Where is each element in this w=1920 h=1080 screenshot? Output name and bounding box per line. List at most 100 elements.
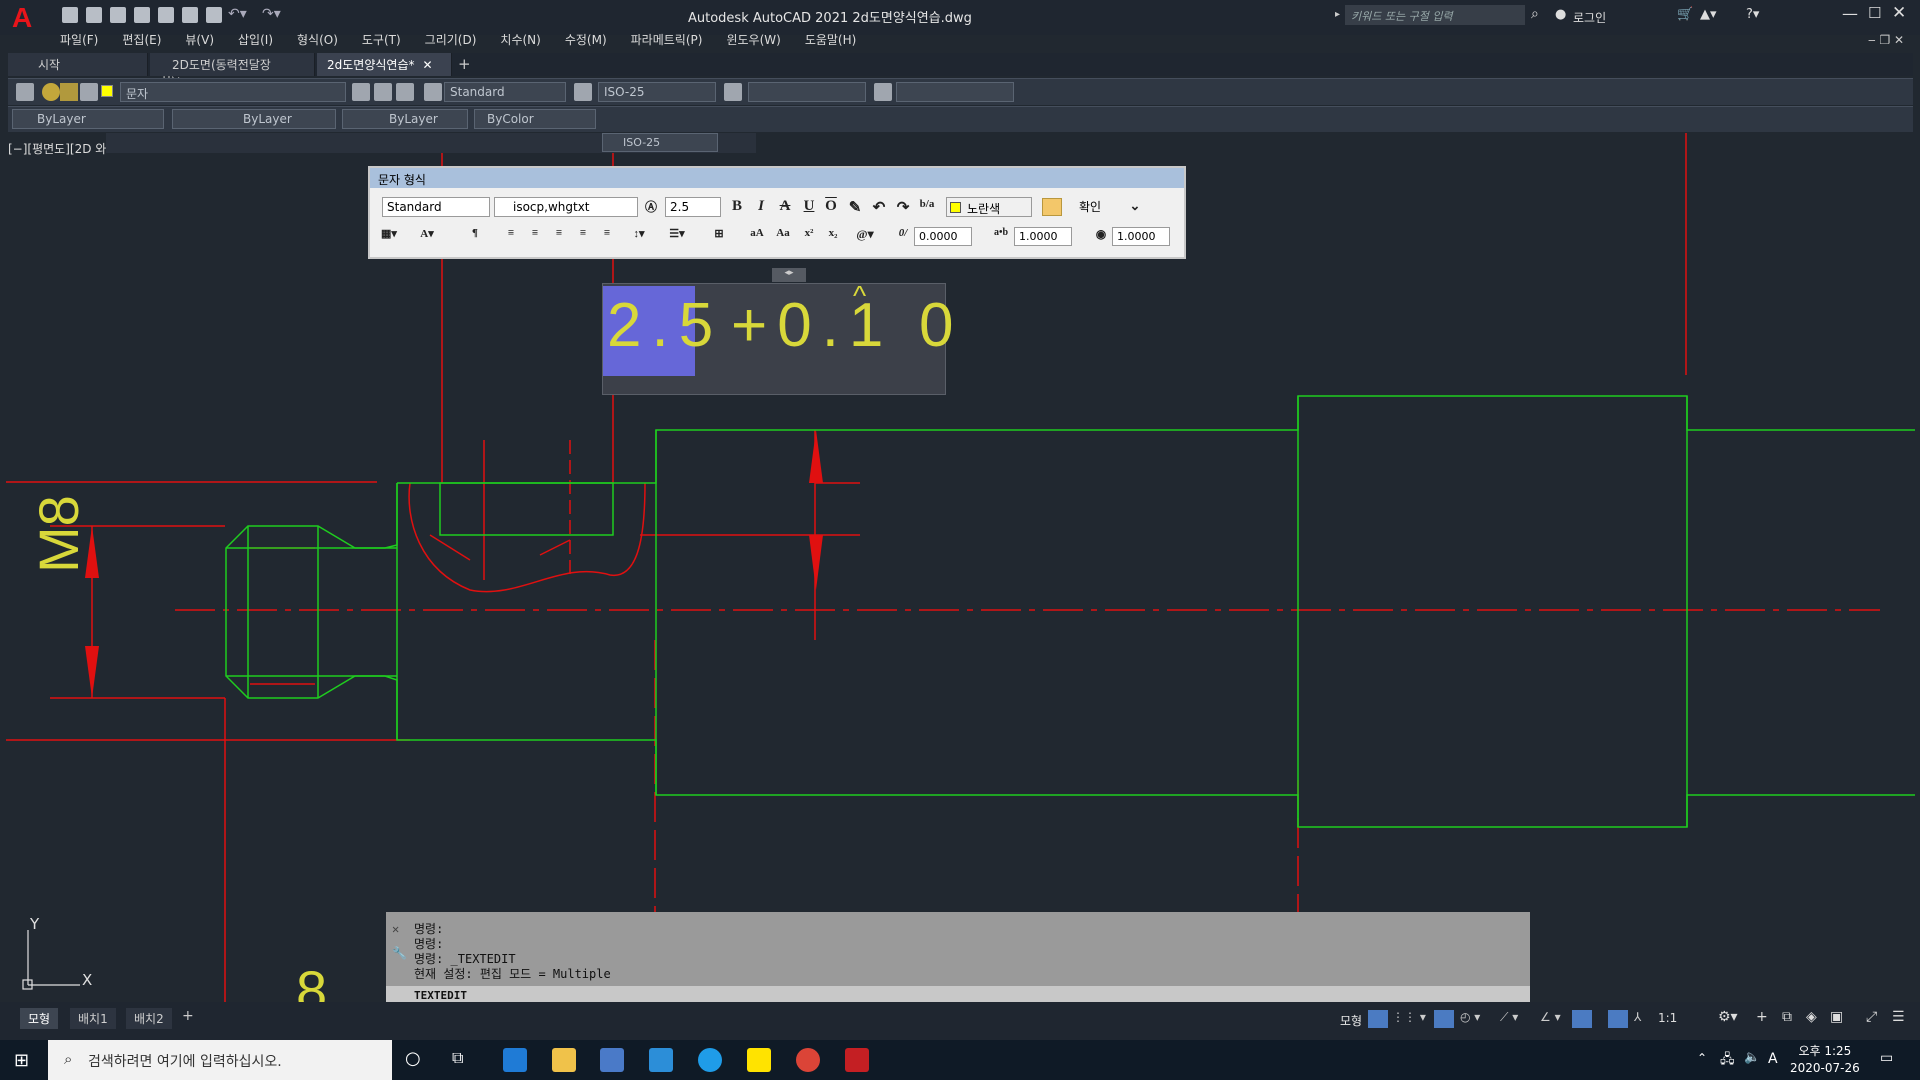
text-format-title[interactable]: 문자 형식	[370, 168, 1184, 188]
object-snap-icon[interactable]	[1572, 1010, 1592, 1028]
multileader-style-icon[interactable]	[874, 83, 892, 101]
file-explorer-icon[interactable]	[552, 1048, 576, 1072]
volume-icon[interactable]: 🔈	[1744, 1050, 1760, 1065]
layer-properties-icon[interactable]	[16, 83, 34, 101]
text-style-select[interactable]: Standard	[444, 82, 566, 102]
new-tab-plus-icon[interactable]: +	[458, 55, 471, 73]
mtext-editor[interactable]: 2.5 +0.1 ^ 0	[602, 280, 953, 395]
menu-item-parametric[interactable]: 파라메트릭(P)	[631, 31, 703, 51]
chevron-right-icon[interactable]: ▸	[1335, 9, 1340, 20]
line-spacing-icon[interactable]: ↕▾	[630, 227, 648, 245]
notification-icon[interactable]: ▭	[1880, 1050, 1893, 1066]
text-style-dropdown[interactable]: Standard	[382, 197, 490, 217]
ruler-icon[interactable]	[1042, 198, 1062, 216]
model-space-button[interactable]: 모형	[1340, 1012, 1362, 1029]
align-right-icon[interactable]: ≡	[550, 227, 568, 245]
dimension-text-m8[interactable]: M8	[26, 495, 91, 573]
editor-text-lower[interactable]: 0	[919, 290, 963, 361]
editor-resize-handle[interactable]: ◂▸	[772, 268, 806, 282]
close-icon[interactable]: ✕	[423, 58, 433, 72]
layer-state-icon[interactable]	[80, 83, 98, 101]
text-height-dropdown[interactable]: 2.5	[665, 197, 721, 217]
snap-icon[interactable]: ⋮⋮ ▾	[1392, 1010, 1426, 1024]
layer-match-icon[interactable]	[396, 83, 414, 101]
menu-item-window[interactable]: 윈도우(W)	[726, 31, 780, 51]
search-icon[interactable]: ⌕	[1531, 6, 1539, 22]
plotstyle-select[interactable]: ByColor	[474, 109, 596, 129]
ime-indicator[interactable]: A	[1768, 1051, 1778, 1067]
uppercase-icon[interactable]: aA	[748, 227, 766, 245]
tab-start[interactable]: 시작	[8, 53, 148, 76]
grid-icon[interactable]	[1368, 1010, 1388, 1028]
login-label[interactable]: 로그인	[1573, 9, 1606, 26]
overline-button[interactable]: O	[822, 198, 840, 216]
kakaotalk-icon[interactable]	[747, 1048, 771, 1072]
annotation-visibility-icon[interactable]	[1608, 1010, 1628, 1028]
chrome-icon[interactable]	[796, 1048, 820, 1072]
menu-item-format[interactable]: 형식(O)	[297, 31, 338, 51]
mtext-justify-icon[interactable]: A▾	[418, 227, 436, 245]
table-style-icon[interactable]	[724, 83, 742, 101]
redo-icon[interactable]: ↷▾	[262, 6, 281, 22]
drawing-canvas[interactable]: M8 8 Y X	[0, 133, 1920, 1022]
numbering-icon[interactable]: ☰▾	[668, 227, 686, 245]
task-view-icon[interactable]: ⧉	[452, 1048, 463, 1068]
wrench-icon[interactable]: 🔧	[392, 946, 407, 960]
dim-style-select[interactable]: ISO-25	[598, 82, 716, 102]
taskbar-search-input[interactable]: 검색하려면 여기에 입력하십시오.	[48, 1040, 392, 1080]
redo-icon[interactable]: ↷	[894, 198, 912, 216]
oblique-angle-input[interactable]: 0.0000	[914, 227, 972, 246]
align-center-icon[interactable]: ≡	[526, 227, 544, 245]
menu-item-view[interactable]: 뷰(V)	[185, 31, 214, 51]
oblique-angle-icon[interactable]: 0/	[894, 227, 912, 245]
layer-previous-icon[interactable]	[374, 83, 392, 101]
save-icon[interactable]	[110, 7, 126, 23]
menu-item-tools[interactable]: 도구(T)	[362, 31, 401, 51]
customize-menu-icon[interactable]: ☰	[1892, 1009, 1905, 1025]
auto-scale-icon[interactable]: ⅄	[1634, 1010, 1641, 1024]
polar-icon[interactable]: ◴ ▾	[1460, 1010, 1480, 1024]
color-select[interactable]: ByLayer	[12, 109, 164, 129]
layer-select[interactable]: 문자	[120, 82, 346, 102]
make-current-layer-icon[interactable]	[352, 83, 370, 101]
ortho-icon[interactable]	[1434, 1010, 1454, 1028]
tab-model[interactable]: 모형	[20, 1008, 59, 1029]
autocad-taskbar-icon[interactable]	[845, 1048, 869, 1072]
lightbulb-icon[interactable]	[42, 83, 60, 101]
isolate-icon[interactable]: ⧉	[1782, 1009, 1792, 1025]
close-icon[interactable]: ✕	[1892, 3, 1906, 23]
dim-style-icon[interactable]	[574, 83, 592, 101]
justify-icon[interactable]: ≡	[574, 227, 592, 245]
lineweight-select[interactable]: ByLayer	[342, 109, 468, 129]
autodesk-a360-icon[interactable]: ▲▾	[1700, 7, 1717, 22]
new-file-icon[interactable]	[62, 7, 78, 23]
gear-icon[interactable]: ⚙▾	[1718, 1009, 1738, 1025]
open-file-icon[interactable]	[86, 7, 102, 23]
columns-icon[interactable]: ▦▾	[380, 227, 398, 245]
doc-window-controls[interactable]: ‒ ❐ ✕	[1868, 33, 1904, 47]
add-plus-icon[interactable]: +	[1756, 1009, 1768, 1025]
stack-icon[interactable]: b/a	[918, 198, 936, 216]
search-input[interactable]: 키워드 또는 구절 입력	[1345, 5, 1525, 25]
distribute-icon[interactable]: ≡	[598, 227, 616, 245]
tab-drawing-1[interactable]: 2D도면(동력전달장치)*✕	[150, 53, 315, 89]
symbol-icon[interactable]: @▾	[856, 227, 874, 245]
save-web-icon[interactable]	[182, 7, 198, 23]
table-style-select[interactable]	[748, 82, 866, 102]
multileader-style-select[interactable]	[896, 82, 1014, 102]
linetype-select[interactable]: ByLayer	[172, 109, 336, 129]
cart-icon[interactable]: 🛒	[1677, 7, 1693, 22]
internet-explorer-icon[interactable]	[698, 1048, 722, 1072]
user-icon[interactable]: ●	[1555, 7, 1566, 22]
match-format-icon[interactable]: ✎	[846, 198, 864, 216]
network-icon[interactable]: 🖧	[1720, 1050, 1735, 1072]
menu-item-draw[interactable]: 그리기(D)	[425, 31, 477, 51]
edge-icon[interactable]	[503, 1048, 527, 1072]
text-style-icon[interactable]	[424, 83, 442, 101]
menu-item-edit[interactable]: 편집(E)	[122, 31, 161, 51]
mail-icon[interactable]	[649, 1048, 673, 1072]
undo-icon[interactable]: ↶▾	[228, 6, 247, 22]
windows-start-icon[interactable]: ⊞	[14, 1050, 29, 1071]
editor-text-selected[interactable]: 2.5	[607, 290, 723, 361]
font-dropdown[interactable]: isocp,whgtxt	[494, 197, 638, 217]
